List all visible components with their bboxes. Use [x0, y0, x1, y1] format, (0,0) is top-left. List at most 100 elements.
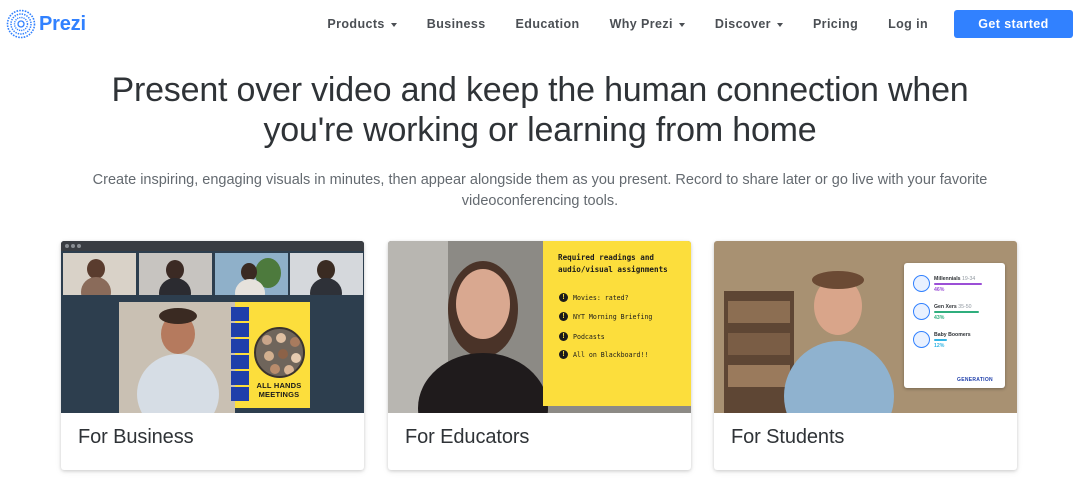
- login-link[interactable]: Log in: [888, 17, 928, 31]
- participant-head: [166, 260, 184, 280]
- face: [290, 337, 300, 347]
- nav-products-label: Products: [327, 17, 385, 31]
- educator-video-image: Required readings and audio/visual assig…: [388, 241, 691, 413]
- assignment-item: ! NYT Morning Briefing: [559, 312, 652, 321]
- generation-label: Millennials 19-34: [934, 276, 975, 282]
- window-titlebar: [61, 241, 364, 251]
- nav-business[interactable]: Business: [427, 17, 486, 31]
- presenter-video: [119, 302, 235, 413]
- generation-percent: 12%: [934, 343, 945, 349]
- video-tile: [215, 253, 288, 295]
- generation-stats-panel: Millennials 19-34 46% Gen Xers 35-50 43%…: [904, 263, 1005, 388]
- nav-pricing[interactable]: Pricing: [813, 17, 858, 31]
- top-navigation: Prezi Products Business Education Why Pr…: [0, 0, 1080, 48]
- video-tile: [139, 253, 212, 295]
- exclamation-icon: !: [559, 332, 568, 341]
- nav-menu: Products Business Education Why Prezi Di…: [327, 0, 1080, 48]
- generation-footer: GENERATION: [957, 377, 993, 383]
- hero-headline-line2: you're working or learning from home: [263, 111, 817, 149]
- slide-thumb: [231, 323, 249, 337]
- educator-face: [456, 269, 510, 339]
- slide-caption-line2: MEETINGS: [258, 390, 300, 399]
- prezi-swirl-icon: [6, 9, 36, 39]
- card-for-educators[interactable]: Required readings and audio/visual assig…: [388, 241, 691, 470]
- face: [262, 335, 272, 345]
- hero-subheadline-line1: Create inspiring, engaging visuals in mi…: [92, 172, 988, 188]
- exclamation-icon: !: [559, 293, 568, 302]
- nav-products[interactable]: Products: [327, 17, 397, 31]
- generation-percent: 46%: [934, 287, 945, 293]
- chevron-down-icon: [776, 22, 783, 27]
- generation-bar: [934, 339, 947, 341]
- exclamation-icon: !: [559, 350, 568, 359]
- business-video-call-image: ALL HANDS MEETINGS: [61, 241, 364, 413]
- hero-subheadline-line2: videoconferencing tools.: [461, 193, 619, 209]
- slide-list: [231, 307, 249, 403]
- prezi-logo[interactable]: Prezi: [6, 9, 86, 39]
- generation-row: Baby Boomers 12%: [913, 331, 999, 355]
- generation-bar: [934, 311, 979, 313]
- face: [264, 351, 274, 361]
- generation-age: 19-34: [961, 276, 976, 282]
- card-title: For Business: [78, 426, 194, 448]
- hero-headline-line1: Present over video and keep the human co…: [111, 71, 969, 109]
- assignment-item-label: All on Blackboard!!: [573, 350, 649, 359]
- student-hair: [812, 271, 864, 289]
- nav-discover[interactable]: Discover: [715, 17, 783, 31]
- participant-body: [159, 278, 191, 295]
- slide-thumb: [231, 371, 249, 385]
- nav-pricing-label: Pricing: [812, 17, 859, 31]
- assignment-item-label: NYT Morning Briefing: [573, 312, 653, 321]
- card-title: For Educators: [405, 426, 530, 448]
- nav-education[interactable]: Education: [516, 17, 580, 31]
- slide-thumb: [231, 355, 249, 369]
- assignment-item: ! All on Blackboard!!: [559, 350, 648, 359]
- presenter-hair: [159, 308, 197, 324]
- assignment-heading: Required readings and audio/visual assig…: [558, 253, 668, 274]
- books: [728, 365, 790, 387]
- participant-head: [87, 259, 105, 279]
- chevron-down-icon: [390, 22, 397, 27]
- books: [728, 333, 790, 355]
- card-title: For Students: [731, 426, 845, 448]
- nav-why-prezi-label: Why Prezi: [609, 17, 673, 31]
- get-started-button[interactable]: Get started: [954, 10, 1073, 38]
- assignment-item-label: Movies: rated?: [573, 293, 629, 302]
- generation-percent: 43%: [934, 315, 945, 321]
- window-dot-icon: [77, 244, 81, 248]
- generation-name: Millennials: [934, 276, 961, 282]
- face: [284, 365, 294, 375]
- login-label: Log in: [888, 17, 928, 31]
- participant-head: [317, 260, 335, 280]
- slide-thumb: [231, 339, 249, 353]
- logo-wordmark: Prezi: [39, 12, 86, 35]
- person-icon: [913, 331, 930, 348]
- books: [728, 301, 790, 323]
- slide-thumb: [231, 387, 249, 401]
- face: [278, 349, 288, 359]
- generation-name: Gen Xers: [934, 304, 957, 310]
- participant-body: [310, 278, 342, 295]
- face: [276, 333, 286, 343]
- face: [270, 364, 280, 374]
- card-for-business[interactable]: ALL HANDS MEETINGS For Business: [61, 241, 364, 470]
- presenter-shirt: [137, 354, 219, 413]
- card-for-students[interactable]: Millennials 19-34 46% Gen Xers 35-50 43%…: [714, 241, 1017, 470]
- team-photo-circle: [254, 327, 305, 378]
- face: [291, 353, 301, 363]
- generation-label: Gen Xers 35-50: [934, 304, 972, 310]
- video-tile: [63, 253, 136, 295]
- generation-age: 35-50: [958, 304, 972, 310]
- nav-why-prezi[interactable]: Why Prezi: [610, 17, 685, 31]
- generation-bar: [934, 283, 982, 285]
- student-shirt: [784, 341, 894, 413]
- assignment-item-label: Podcasts: [573, 332, 605, 341]
- nav-business-label: Business: [426, 17, 486, 31]
- nav-discover-label: Discover: [714, 17, 771, 31]
- generation-row: Millennials 19-34 46%: [913, 275, 999, 299]
- hero-subheadline: Create inspiring, engaging visuals in mi…: [60, 170, 1020, 212]
- slide-caption: ALL HANDS MEETINGS: [249, 381, 309, 399]
- generation-row: Gen Xers 35-50 43%: [913, 303, 999, 327]
- slide-thumb: [231, 307, 249, 321]
- generation-name: Baby Boomers: [934, 332, 971, 338]
